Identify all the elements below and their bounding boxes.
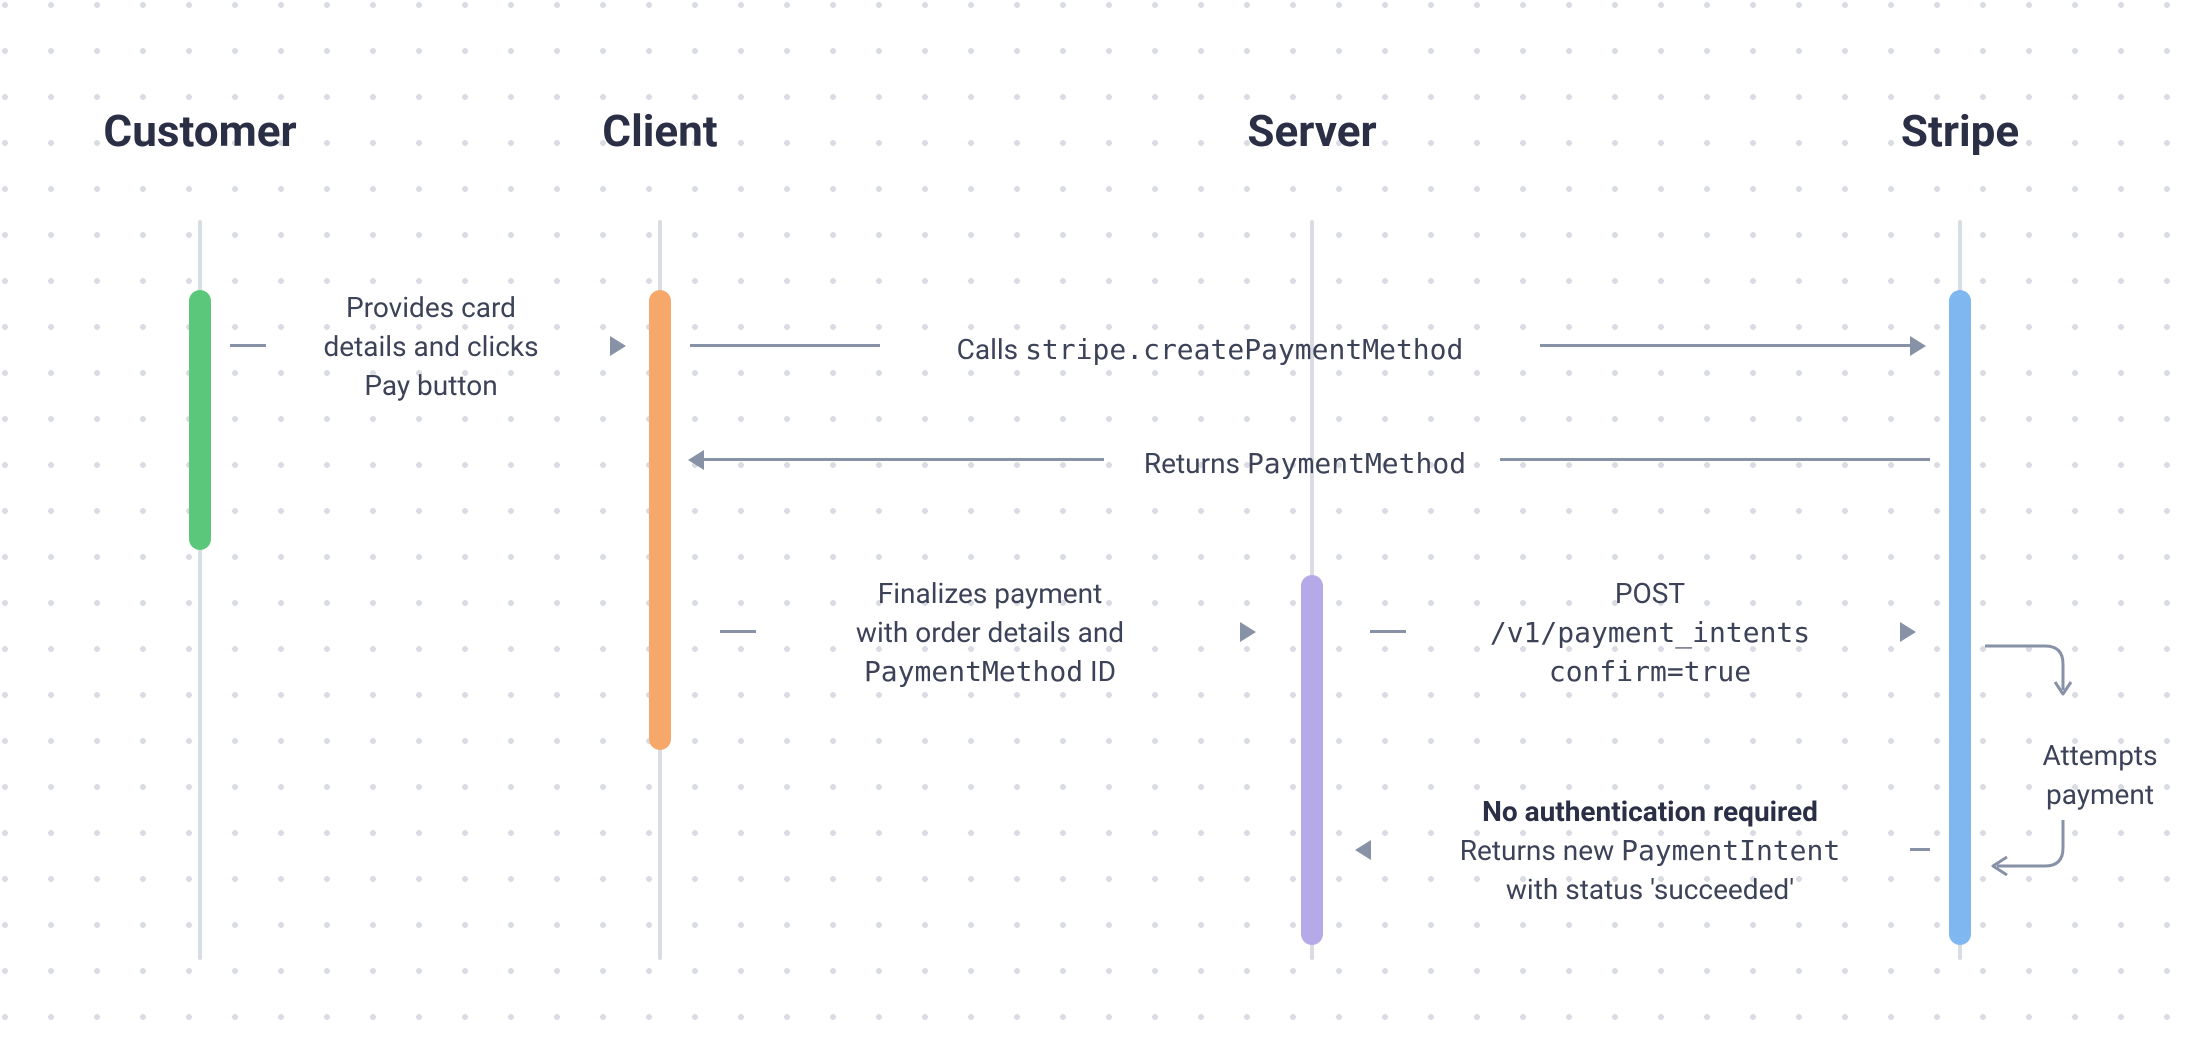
msg-create-payment-method: Calls stripe.createPaymentMethod	[900, 330, 1520, 369]
arrow-line	[1540, 344, 1910, 347]
code-inline: PaymentMethod	[864, 655, 1083, 688]
arrow-head-right-icon	[610, 336, 626, 356]
arrow-line	[1500, 458, 1930, 461]
code-inline: stripe.createPaymentMethod	[1025, 333, 1463, 366]
code-line: confirm=true	[1549, 655, 1751, 688]
code-line: /v1/payment_intents	[1490, 616, 1810, 649]
activation-customer	[189, 290, 211, 550]
activation-stripe	[1949, 290, 1971, 945]
msg-attempts-payment: Attempts payment	[2010, 736, 2190, 814]
text-line: details and clicks	[323, 330, 538, 363]
activation-server	[1301, 575, 1323, 945]
lane-title-stripe: Stripe	[1901, 105, 2019, 157]
msg-provides-card: Provides card details and clicks Pay but…	[286, 288, 576, 406]
text-line: Attempts	[2042, 739, 2157, 772]
text-line: with status 'succeeded'	[1506, 873, 1794, 906]
msg-finalizes-payment: Finalizes payment with order details and…	[780, 574, 1200, 692]
text-inline: Returns	[1144, 447, 1247, 480]
text-inline: ID	[1083, 655, 1116, 688]
code-inline: PaymentMethod	[1247, 447, 1466, 480]
arrow-head-right-icon	[1240, 622, 1256, 642]
text-line: Provides card	[346, 291, 516, 324]
text-bold: No authentication required	[1482, 795, 1818, 828]
arrow-tail	[1370, 630, 1406, 633]
arrow-head-right-icon	[1910, 336, 1926, 356]
text-line: with order details and	[856, 616, 1124, 649]
text-line: Finalizes payment	[878, 577, 1103, 610]
lane-title-customer: Customer	[103, 105, 296, 157]
lane-title-client: Client	[602, 105, 717, 157]
text-inline: Calls	[957, 333, 1025, 366]
text-line: POST	[1615, 577, 1685, 610]
msg-returns-payment-intent: No authentication required Returns new P…	[1400, 792, 1900, 910]
arrow-head-left-icon	[1355, 840, 1371, 860]
code-inline: PaymentIntent	[1621, 834, 1840, 867]
arrow-tail	[1910, 848, 1930, 851]
activation-client	[649, 290, 671, 750]
arrow-tail	[720, 630, 756, 633]
arrow-head-right-icon	[1900, 622, 1916, 642]
arrow-head-left-icon	[688, 450, 704, 470]
msg-returns-payment-method: Returns PaymentMethod	[1130, 444, 1480, 483]
text-line: payment	[2046, 778, 2154, 811]
arrow-line	[704, 458, 1104, 461]
arrow-tail	[230, 344, 266, 347]
text-inline: Returns new	[1460, 834, 1621, 867]
text-line: Pay button	[364, 369, 497, 402]
arrow-line	[690, 344, 880, 347]
msg-post-payment-intents: POST /v1/payment_intents confirm=true	[1430, 574, 1870, 692]
lane-title-server: Server	[1247, 105, 1376, 157]
